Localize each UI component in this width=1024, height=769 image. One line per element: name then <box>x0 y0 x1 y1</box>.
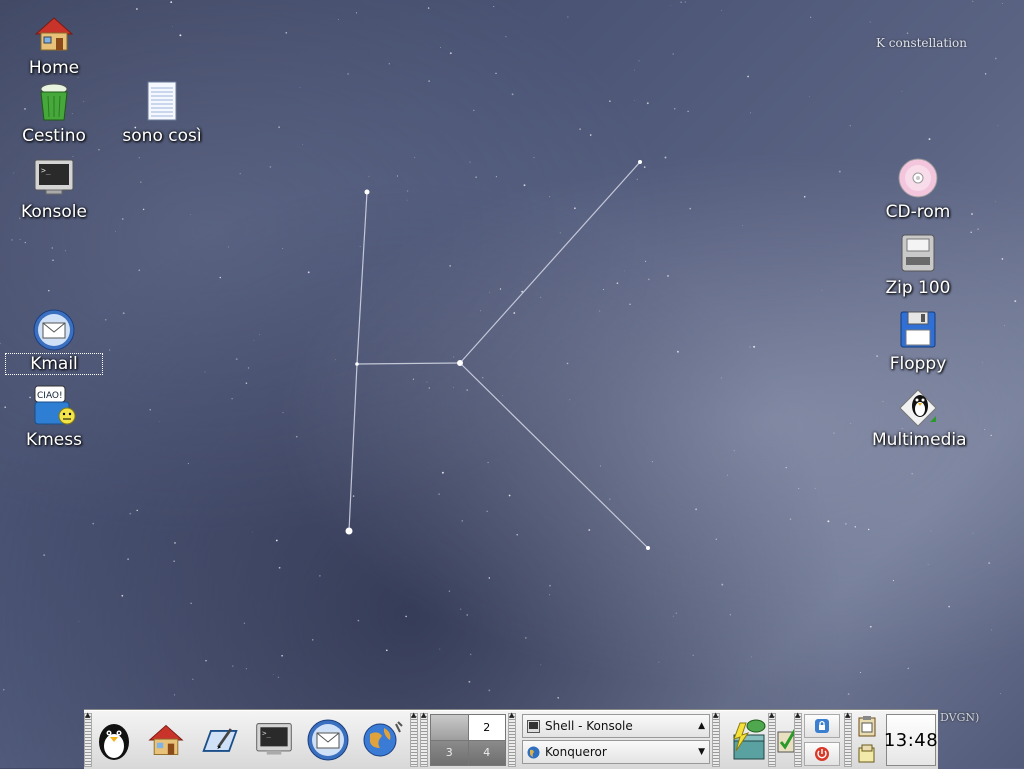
task-konsole[interactable]: Shell - Konsole ▲ <box>522 714 710 738</box>
suse-updater-button[interactable] <box>724 715 772 765</box>
globe-icon <box>527 746 540 758</box>
pager-desktop-4[interactable]: 4 <box>468 740 505 765</box>
desktop-icon-kmess[interactable]: CIAO! Kmess <box>6 384 102 450</box>
desktop-icon-trash[interactable]: Cestino <box>6 80 102 146</box>
desktop-icon-zip[interactable]: Zip 100 <box>870 232 966 298</box>
applet-tray <box>854 714 880 766</box>
home-icon <box>34 17 74 51</box>
desktop-icon-label: Kmail <box>5 353 103 375</box>
home-icon <box>148 724 184 755</box>
wallpaper-credit: DVGN) <box>940 711 980 724</box>
k-menu-icon <box>99 724 129 760</box>
terminal-icon: >_ <box>256 723 292 755</box>
svg-text:>_: >_ <box>41 166 51 175</box>
desktop-icon-label: CD-rom <box>885 202 951 222</box>
klipper-button[interactable] <box>854 714 880 738</box>
notes-icon <box>858 744 875 763</box>
terminal-icon <box>527 719 540 733</box>
desktop-icon-label: Zip 100 <box>885 278 951 298</box>
desktop-icon-label: Kmess <box>26 430 82 450</box>
task-scroll-down-icon[interactable]: ▼ <box>698 747 705 757</box>
lock-icon <box>815 719 829 733</box>
k-menu-button[interactable] <box>90 715 138 765</box>
panel-applet-handle[interactable] <box>410 711 418 767</box>
desktop-icon-kmail[interactable]: Kmail <box>5 308 103 375</box>
desktop-icon-label: Floppy <box>889 354 947 374</box>
tray-handle[interactable] <box>712 711 720 767</box>
desktop-icon-floppy[interactable]: Floppy <box>870 308 966 374</box>
task-scroll-up-icon[interactable]: ▲ <box>698 721 705 731</box>
terminal-icon: >_ <box>34 159 74 195</box>
wallpaper-title: K constellation <box>876 36 967 50</box>
kicker-panel: >_ 2 3 4 Shell - Konsole ▲ <box>84 710 938 769</box>
desktop-icon-label: Konsole <box>21 202 87 222</box>
desktop-icon-file[interactable]: sono così <box>114 80 210 146</box>
desktop-icon-label: Multimedia <box>872 430 967 450</box>
desktop-pager: 2 3 4 <box>430 714 506 766</box>
logout-icon <box>815 747 829 761</box>
svg-text:>_: >_ <box>262 728 271 737</box>
desktop-icon-label: Home <box>28 58 80 78</box>
task-label: Konqueror <box>545 745 607 759</box>
suse-update-icon <box>733 719 766 760</box>
applet-handle-4[interactable] <box>844 711 852 767</box>
mail-icon <box>307 719 349 761</box>
home-launcher[interactable] <box>142 715 190 765</box>
pager-desktop-2[interactable]: 2 <box>468 715 505 740</box>
applet-handle-3[interactable] <box>794 711 802 767</box>
desktop-icon-cdrom[interactable]: CD-rom <box>870 156 966 222</box>
klipper-icon <box>858 716 876 737</box>
lock-screen-button[interactable] <box>804 714 840 738</box>
desktop-icon-konsole[interactable]: >_ Konsole <box>6 156 102 222</box>
taskbar-handle[interactable] <box>508 711 516 767</box>
task-label: Shell - Konsole <box>545 719 633 733</box>
mail-launcher[interactable] <box>304 715 352 765</box>
desktop-icon-label: Cestino <box>22 126 86 146</box>
clock[interactable]: 13:48 <box>884 714 938 766</box>
editor-icon <box>202 728 238 752</box>
browser-globe-icon <box>363 721 403 757</box>
browser-launcher[interactable] <box>358 715 406 765</box>
cdrom-icon <box>898 158 938 198</box>
floppy-icon <box>900 311 936 348</box>
tux-multimedia-icon <box>899 389 937 427</box>
trash-icon <box>40 83 68 121</box>
session-tray <box>804 714 840 766</box>
task-konqueror[interactable]: Konqueror ▼ <box>522 740 710 764</box>
logout-button[interactable] <box>804 742 840 766</box>
desktop-icon-multimedia[interactable]: Multimedia <box>870 384 967 450</box>
desktop-icon-label: sono così <box>122 126 202 146</box>
svg-text:CIAO!: CIAO! <box>37 391 63 401</box>
notes-button[interactable] <box>854 742 880 766</box>
messenger-icon: CIAO! <box>34 385 76 425</box>
pager-handle[interactable] <box>420 711 428 767</box>
taskbar: Shell - Konsole ▲ Konqueror ▼ <box>522 714 710 766</box>
mail-icon <box>33 309 75 351</box>
terminal-launcher[interactable]: >_ <box>250 715 298 765</box>
editor-launcher[interactable] <box>196 715 244 765</box>
desktop-icon-home[interactable]: Home <box>6 12 102 78</box>
text-file-icon <box>147 81 177 121</box>
pager-desktop-1[interactable] <box>431 715 468 740</box>
pager-desktop-3[interactable]: 3 <box>431 740 468 765</box>
zip-drive-icon <box>901 234 935 272</box>
